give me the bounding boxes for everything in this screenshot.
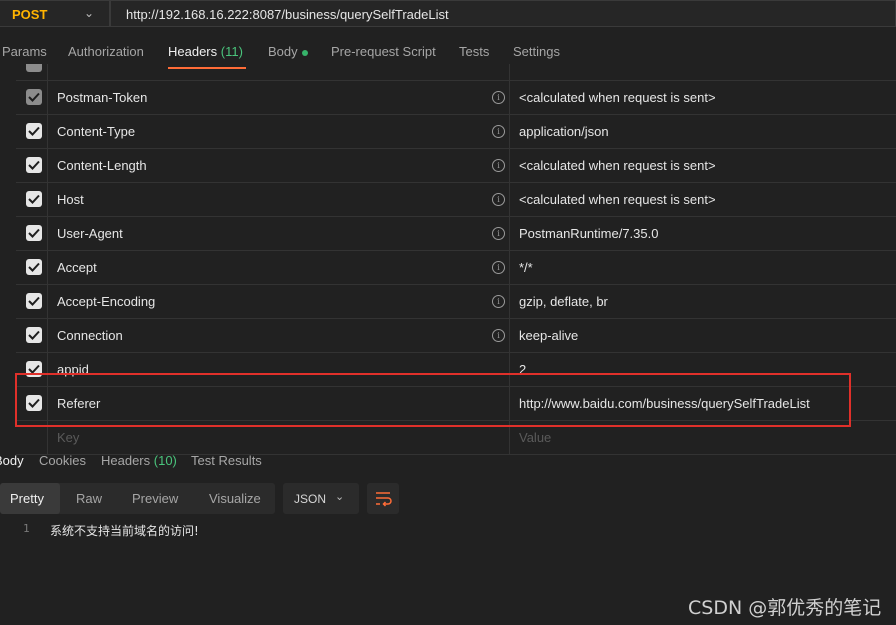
- checkbox[interactable]: [26, 123, 42, 139]
- info-icon[interactable]: i: [492, 125, 505, 138]
- response-tab-headers-label: Headers: [101, 453, 151, 468]
- method-select[interactable]: POST ⌄: [0, 0, 110, 27]
- table-row: Accept-Encoding i gzip, deflate, br: [16, 285, 896, 319]
- header-value[interactable]: PostmanRuntime/7.35.0: [519, 226, 658, 241]
- response-tab-body[interactable]: Body: [0, 453, 24, 468]
- header-key[interactable]: Content-Type: [57, 124, 135, 139]
- chevron-down-icon: ⌄: [84, 6, 95, 20]
- checkbox[interactable]: [26, 89, 42, 105]
- header-key[interactable]: Connection: [57, 328, 123, 343]
- view-pretty[interactable]: Pretty: [10, 491, 44, 506]
- check-icon: [28, 92, 40, 102]
- header-value[interactable]: <calculated when request is sent>: [519, 192, 716, 207]
- check-icon: [28, 160, 40, 170]
- checkbox[interactable]: [26, 191, 42, 207]
- header-key[interactable]: Host: [57, 192, 84, 207]
- header-value[interactable]: keep-alive: [519, 328, 578, 343]
- response-tab-cookies[interactable]: Cookies: [39, 453, 86, 468]
- highlight-box: [15, 373, 851, 427]
- response-line: 系统不支持当前域名的访问!: [50, 524, 199, 538]
- body-status-dot-icon: [301, 49, 308, 56]
- value-input[interactable]: Value: [519, 430, 551, 445]
- header-key[interactable]: Postman-Token: [57, 90, 147, 105]
- tab-params[interactable]: Params: [2, 44, 47, 59]
- response-tabs: Body Cookies Headers (10) Test Results: [0, 452, 896, 472]
- view-mode-tabs: Pretty Raw Preview Visualize: [0, 483, 275, 514]
- header-key[interactable]: Accept-Encoding: [57, 294, 155, 309]
- table-row: Postman-Token i <calculated when request i…: [16, 81, 896, 115]
- tab-headers-label: Headers: [168, 44, 218, 59]
- table-row-partial: [16, 64, 896, 81]
- table-row: Host i <calculated when request is sent>: [16, 183, 896, 217]
- view-visualize[interactable]: Visualize: [209, 491, 261, 506]
- check-icon: [28, 262, 40, 272]
- header-value[interactable]: <calculated when request is sent>: [519, 158, 716, 173]
- header-value[interactable]: application/json: [519, 124, 609, 139]
- url-input[interactable]: http://192.168.16.222:8087/business/quer…: [110, 0, 896, 27]
- header-value[interactable]: <calculated when request is sent>: [519, 90, 716, 105]
- table-row: User-Agent i PostmanRuntime/7.35.0: [16, 217, 896, 251]
- tab-body-label: Body: [268, 44, 298, 59]
- checkbox-icon[interactable]: [26, 64, 42, 72]
- method-label: POST: [12, 7, 48, 22]
- watermark: CSDN @郭优秀的笔记: [688, 597, 882, 619]
- info-icon[interactable]: i: [492, 329, 505, 342]
- url-text: http://192.168.16.222:8087/business/quer…: [126, 7, 449, 22]
- header-value[interactable]: */*: [519, 260, 533, 275]
- checkbox[interactable]: [26, 157, 42, 173]
- info-icon[interactable]: i: [492, 227, 505, 240]
- table-row: Content-Length i <calculated when request …: [16, 149, 896, 183]
- info-icon[interactable]: i: [492, 91, 505, 104]
- tab-body[interactable]: Body: [268, 44, 308, 59]
- tab-headers[interactable]: Headers (11): [168, 44, 243, 59]
- response-tab-test-results[interactable]: Test Results: [191, 453, 262, 468]
- info-icon[interactable]: i: [492, 261, 505, 274]
- info-icon[interactable]: i: [492, 295, 505, 308]
- check-icon: [28, 228, 40, 238]
- key-input[interactable]: Key: [57, 430, 79, 445]
- view-raw[interactable]: Raw: [76, 491, 102, 506]
- tab-pre-request-script[interactable]: Pre-request Script: [331, 44, 436, 59]
- check-icon: [28, 330, 40, 340]
- info-icon[interactable]: i: [492, 193, 505, 206]
- header-key[interactable]: User-Agent: [57, 226, 123, 241]
- check-icon: [28, 194, 40, 204]
- check-icon: [28, 296, 40, 306]
- header-key[interactable]: Accept: [57, 260, 97, 275]
- header-key[interactable]: Content-Length: [57, 158, 147, 173]
- wrap-lines-button[interactable]: [367, 483, 399, 514]
- view-preview[interactable]: Preview: [132, 491, 178, 506]
- response-tab-headers[interactable]: Headers (10): [101, 453, 177, 468]
- header-value[interactable]: gzip, deflate, br: [519, 294, 608, 309]
- wrap-lines-icon: [376, 492, 392, 507]
- table-row: Connection i keep-alive: [16, 319, 896, 353]
- table-row: Content-Type i application/json: [16, 115, 896, 149]
- tab-headers-count: (11): [220, 44, 243, 59]
- tab-authorization[interactable]: Authorization: [68, 44, 144, 59]
- checkbox[interactable]: [26, 259, 42, 275]
- table-row: Accept i */*: [16, 251, 896, 285]
- format-label: JSON: [294, 492, 327, 506]
- response-tab-headers-count: (10): [153, 453, 177, 468]
- request-bar: POST ⌄ http://192.168.16.222:8087/busine…: [0, 0, 896, 29]
- format-select[interactable]: JSON ⌄: [283, 483, 359, 514]
- line-number: 1: [23, 522, 30, 535]
- checkbox[interactable]: [26, 327, 42, 343]
- checkbox[interactable]: [26, 293, 42, 309]
- checkbox[interactable]: [26, 225, 42, 241]
- check-icon: [28, 126, 40, 136]
- info-icon[interactable]: i: [492, 159, 505, 172]
- tab-settings[interactable]: Settings: [513, 44, 560, 59]
- chevron-down-icon: ⌄: [335, 491, 345, 503]
- tab-tests[interactable]: Tests: [459, 44, 489, 59]
